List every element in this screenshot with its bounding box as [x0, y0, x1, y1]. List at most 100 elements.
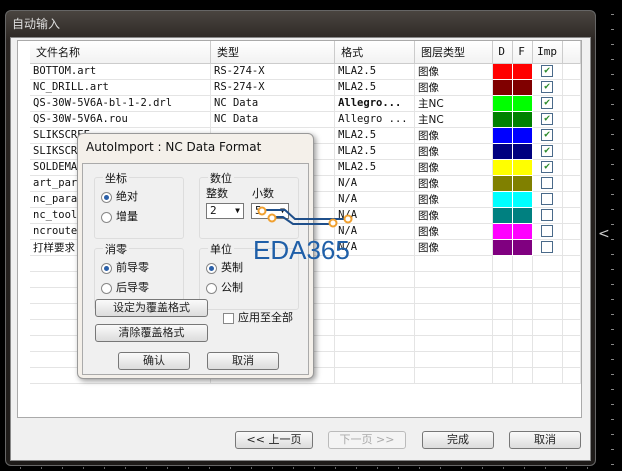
f-color-swatch[interactable]	[512, 222, 534, 240]
apply-all-label: 应用至全部	[238, 311, 293, 324]
trailing-zero-radio[interactable]: 后导零	[101, 279, 149, 295]
imp-checkbox[interactable]	[541, 241, 554, 253]
side-arrow-icon[interactable]: <	[598, 226, 610, 242]
col-header-layer-type[interactable]: 图层类型	[414, 41, 494, 64]
file-format[interactable]: N/A	[334, 175, 415, 192]
file-format[interactable]: MLA2.5	[334, 63, 415, 80]
layer-type[interactable]: 图像	[414, 127, 494, 144]
layer-type[interactable]: 图像	[414, 223, 494, 240]
d-color-swatch[interactable]	[492, 158, 514, 176]
imp-checkbox[interactable]	[541, 193, 554, 205]
layer-type[interactable]: 图像	[414, 159, 494, 176]
d-color-swatch[interactable]	[492, 78, 514, 96]
empty-cell	[562, 63, 581, 80]
coord-incremental-radio[interactable]: 增量	[101, 208, 138, 224]
coord-absolute-radio[interactable]: 绝对	[101, 188, 138, 204]
leading-zero-radio[interactable]: 前导零	[101, 259, 149, 275]
imp-checkbox[interactable]: ✔	[541, 129, 554, 141]
file-format[interactable]: Allegro...	[334, 95, 415, 112]
imp-checkbox[interactable]	[541, 177, 554, 189]
dialog-cancel-button[interactable]: 取消	[207, 352, 279, 370]
file-format[interactable]: Allegro ...	[334, 111, 415, 128]
radio-icon	[101, 211, 112, 223]
col-header-f[interactable]: F	[512, 41, 534, 64]
imp-checkbox[interactable]: ✔	[541, 161, 554, 173]
imp-cell: ✔	[532, 143, 564, 160]
d-color-swatch[interactable]	[492, 110, 514, 128]
imp-checkbox[interactable]	[541, 209, 554, 221]
layer-type[interactable]: 图像	[414, 207, 494, 224]
imp-checkbox[interactable]: ✔	[541, 65, 554, 77]
imp-checkbox[interactable]: ✔	[541, 113, 554, 125]
prev-page-button[interactable]: << 上一页	[235, 431, 313, 449]
d-color-swatch[interactable]	[492, 190, 514, 208]
layer-type[interactable]: 图像	[414, 175, 494, 192]
d-color-swatch[interactable]	[492, 142, 514, 160]
f-color-swatch[interactable]	[512, 94, 534, 112]
table-row[interactable]: BOTTOM.art RS-274-X MLA2.5 图像 ✔	[30, 62, 581, 80]
file-format[interactable]: MLA2.5	[334, 79, 415, 96]
chevron-down-icon: ▼	[235, 206, 240, 215]
f-color-swatch[interactable]	[512, 62, 534, 80]
imp-checkbox[interactable]: ✔	[541, 145, 554, 157]
imp-cell: ✔	[532, 159, 564, 176]
imp-checkbox[interactable]: ✔	[541, 97, 554, 109]
col-header-imp[interactable]: Imp	[532, 41, 564, 64]
empty-cell	[562, 175, 581, 192]
units-label: 单位	[208, 241, 234, 257]
layer-type[interactable]: 图像	[414, 143, 494, 160]
d-color-swatch[interactable]	[492, 174, 514, 192]
integer-value: 2	[210, 204, 217, 217]
file-type: NC Data	[210, 95, 336, 112]
f-color-swatch[interactable]	[512, 158, 534, 176]
col-header-format[interactable]: 格式	[334, 41, 415, 64]
radio-label: 前导零	[116, 261, 149, 274]
metric-radio[interactable]: 公制	[206, 279, 243, 295]
d-color-swatch[interactable]	[492, 126, 514, 144]
file-format[interactable]: MLA2.5	[334, 143, 415, 160]
next-page-button[interactable]: 下一页 >>	[328, 431, 406, 449]
f-color-swatch[interactable]	[512, 78, 534, 96]
apply-all-checkbox[interactable]: 应用至全部	[223, 309, 293, 325]
integer-select[interactable]: 2 ▼	[206, 203, 244, 219]
layer-type[interactable]: 图像	[414, 191, 494, 208]
col-header-type[interactable]: 类型	[210, 41, 336, 64]
d-color-swatch[interactable]	[492, 62, 514, 80]
empty-cell	[562, 143, 581, 160]
imp-checkbox[interactable]: ✔	[541, 81, 554, 93]
table-row[interactable]: NC_DRILL.art RS-274-X MLA2.5 图像 ✔	[30, 78, 581, 96]
f-color-swatch[interactable]	[512, 110, 534, 128]
layer-type[interactable]: 主NC	[414, 111, 494, 128]
imperial-radio[interactable]: 英制	[206, 259, 243, 275]
f-color-swatch[interactable]	[512, 238, 534, 256]
table-row[interactable]: QS-30W-5V6A-bl-1-2.drl NC Data Allegro..…	[30, 94, 581, 112]
ok-button[interactable]: 确认	[118, 352, 190, 370]
d-color-swatch[interactable]	[492, 206, 514, 224]
col-header-d[interactable]: D	[492, 41, 514, 64]
col-header-name[interactable]: 文件名称	[30, 41, 211, 64]
set-override-button[interactable]: 设定为覆盖格式	[95, 299, 208, 317]
file-format[interactable]: MLA2.5	[334, 127, 415, 144]
layer-type[interactable]: 图像	[414, 63, 494, 80]
d-color-swatch[interactable]	[492, 222, 514, 240]
d-color-swatch[interactable]	[492, 94, 514, 112]
cancel-button[interactable]: 取消	[509, 431, 581, 449]
background-dots	[611, 0, 614, 471]
coord-group: 坐标 绝对 增量	[94, 170, 184, 239]
clear-override-button[interactable]: 清除覆盖格式	[95, 324, 208, 342]
layer-type[interactable]: 主NC	[414, 95, 494, 112]
f-color-swatch[interactable]	[512, 206, 534, 224]
table-row[interactable]: QS-30W-5V6A.rou NC Data Allegro ... 主NC …	[30, 110, 581, 128]
layer-type[interactable]: 图像	[414, 239, 494, 256]
f-color-swatch[interactable]	[512, 174, 534, 192]
radio-selected-icon	[206, 262, 217, 274]
f-color-swatch[interactable]	[512, 190, 534, 208]
d-color-swatch[interactable]	[492, 238, 514, 256]
imp-cell	[532, 239, 564, 256]
file-format[interactable]: MLA2.5	[334, 159, 415, 176]
f-color-swatch[interactable]	[512, 142, 534, 160]
layer-type[interactable]: 图像	[414, 79, 494, 96]
f-color-swatch[interactable]	[512, 126, 534, 144]
imp-checkbox[interactable]	[541, 225, 554, 237]
finish-button[interactable]: 完成	[422, 431, 494, 449]
